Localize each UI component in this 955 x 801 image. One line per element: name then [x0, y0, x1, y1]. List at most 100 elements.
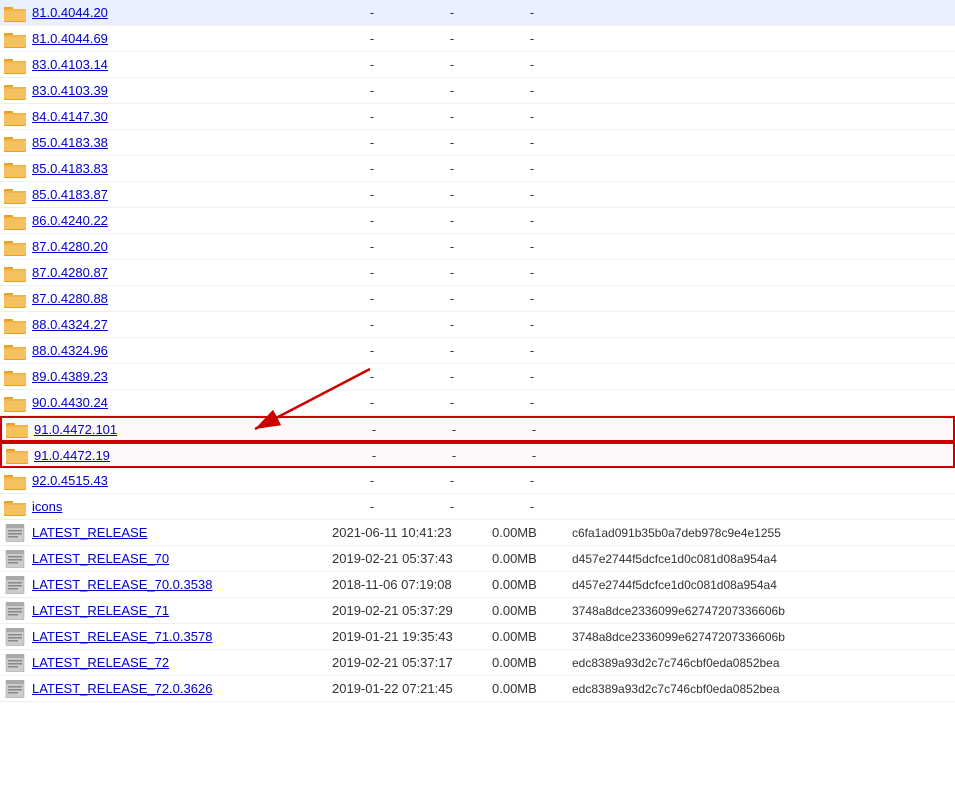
col-hash-dash: -	[492, 83, 572, 98]
folder-icon	[4, 108, 26, 126]
folder-icon	[4, 134, 26, 152]
file-name[interactable]: LATEST_RELEASE_72.0.3626	[32, 681, 212, 696]
col-name: 83.0.4103.39	[32, 83, 332, 98]
col-name: 84.0.4147.30	[32, 109, 332, 124]
folder-icon-wrap	[4, 108, 26, 126]
folder-icon-wrap	[4, 56, 26, 74]
col-size: 0.00MB	[492, 551, 572, 566]
list-item: 92.0.4515.43 - - -	[0, 468, 955, 494]
col-hash-dash: -	[492, 239, 572, 254]
file-name[interactable]: 85.0.4183.83	[32, 161, 108, 176]
file-name[interactable]: 84.0.4147.30	[32, 109, 108, 124]
col-date: 2019-01-22 07:21:45	[332, 681, 492, 696]
col-size-dash: -	[412, 265, 492, 280]
list-item: 85.0.4183.87 - - -	[0, 182, 955, 208]
folder-icon-wrap	[4, 368, 26, 386]
file-name[interactable]: LATEST_RELEASE_70.0.3538	[32, 577, 212, 592]
col-size-dash: -	[414, 422, 494, 437]
col-name: 83.0.4103.14	[32, 57, 332, 72]
col-name: 90.0.4430.24	[32, 395, 332, 410]
file-name[interactable]: LATEST_RELEASE_71.0.3578	[32, 629, 212, 644]
folder-icon-wrap	[4, 472, 26, 490]
folder-icon-wrap	[4, 134, 26, 152]
col-hash: 3748a8dce2336099e62747207336606b	[572, 630, 951, 644]
col-size-dash: -	[412, 369, 492, 384]
file-name[interactable]: 87.0.4280.87	[32, 265, 108, 280]
list-item: LATEST_RELEASE_71.0.3578 2019-01-21 19:3…	[0, 624, 955, 650]
folder-icon	[6, 446, 28, 464]
col-hash: d457e2744f5dcfce1d0c081d08a954a4	[572, 552, 951, 566]
folder-icon-wrap	[4, 394, 26, 412]
file-name[interactable]: LATEST_RELEASE_70	[32, 551, 169, 566]
col-name: 86.0.4240.22	[32, 213, 332, 228]
col-hash-dash: -	[492, 161, 572, 176]
col-size-dash: -	[414, 448, 494, 463]
file-name[interactable]: LATEST_RELEASE_71	[32, 603, 169, 618]
col-name: 88.0.4324.96	[32, 343, 332, 358]
col-date-dash: -	[332, 343, 412, 358]
folder-icon	[4, 186, 26, 204]
folder-icon-wrap	[4, 290, 26, 308]
list-item: LATEST_RELEASE_72 2019-02-21 05:37:17 0.…	[0, 650, 955, 676]
folder-icon	[4, 472, 26, 490]
col-name: 85.0.4183.83	[32, 161, 332, 176]
col-hash-dash: -	[492, 291, 572, 306]
folder-icon	[4, 212, 26, 230]
folder-icon	[4, 238, 26, 256]
file-icon-wrap	[4, 576, 26, 594]
file-name[interactable]: 90.0.4430.24	[32, 395, 108, 410]
file-name[interactable]: 91.0.4472.19	[34, 448, 110, 463]
col-name: 87.0.4280.87	[32, 265, 332, 280]
file-name[interactable]: icons	[32, 499, 62, 514]
folder-icon-wrap	[4, 4, 26, 22]
col-hash-dash: -	[492, 343, 572, 358]
col-hash-dash: -	[492, 5, 572, 20]
folder-icon	[4, 368, 26, 386]
col-date-dash: -	[332, 239, 412, 254]
file-name[interactable]: 89.0.4389.23	[32, 369, 108, 384]
file-name[interactable]: 81.0.4044.20	[32, 5, 108, 20]
col-date: 2019-02-21 05:37:43	[332, 551, 492, 566]
file-name[interactable]: 83.0.4103.14	[32, 57, 108, 72]
col-date: 2019-02-21 05:37:29	[332, 603, 492, 618]
list-item: 81.0.4044.20 - - -	[0, 0, 955, 26]
list-item: 90.0.4430.24 - - -	[0, 390, 955, 416]
col-hash-dash: -	[492, 395, 572, 410]
col-size: 0.00MB	[492, 681, 572, 696]
folder-icon-wrap	[4, 316, 26, 334]
col-size-dash: -	[412, 135, 492, 150]
col-name: LATEST_RELEASE_71	[32, 603, 332, 618]
col-name: LATEST_RELEASE_72	[32, 655, 332, 670]
file-name[interactable]: 83.0.4103.39	[32, 83, 108, 98]
file-name[interactable]: 86.0.4240.22	[32, 213, 108, 228]
file-name[interactable]: LATEST_RELEASE_72	[32, 655, 169, 670]
file-icon-wrap	[4, 680, 26, 698]
col-hash-dash: -	[492, 473, 572, 488]
file-name[interactable]: LATEST_RELEASE	[32, 525, 147, 540]
col-date-dash: -	[332, 135, 412, 150]
file-name[interactable]: 91.0.4472.101	[34, 422, 117, 437]
col-size-dash: -	[412, 291, 492, 306]
col-date-dash: -	[332, 473, 412, 488]
col-date: 2021-06-11 10:41:23	[332, 525, 492, 540]
col-hash-dash: -	[492, 317, 572, 332]
file-name[interactable]: 85.0.4183.87	[32, 187, 108, 202]
col-date-dash: -	[332, 317, 412, 332]
file-icon	[4, 602, 26, 620]
file-name[interactable]: 87.0.4280.20	[32, 239, 108, 254]
folder-icon	[4, 264, 26, 282]
col-size-dash: -	[412, 239, 492, 254]
col-date-dash: -	[332, 499, 412, 514]
file-name[interactable]: 85.0.4183.38	[32, 135, 108, 150]
file-name[interactable]: 81.0.4044.69	[32, 31, 108, 46]
col-size-dash: -	[412, 161, 492, 176]
col-size-dash: -	[412, 499, 492, 514]
file-name[interactable]: 87.0.4280.88	[32, 291, 108, 306]
col-date-dash: -	[332, 57, 412, 72]
list-item: 91.0.4472.101 - - -	[0, 416, 955, 442]
col-size-dash: -	[412, 395, 492, 410]
file-name[interactable]: 88.0.4324.27	[32, 317, 108, 332]
col-name: 81.0.4044.20	[32, 5, 332, 20]
file-name[interactable]: 88.0.4324.96	[32, 343, 108, 358]
file-name[interactable]: 92.0.4515.43	[32, 473, 108, 488]
